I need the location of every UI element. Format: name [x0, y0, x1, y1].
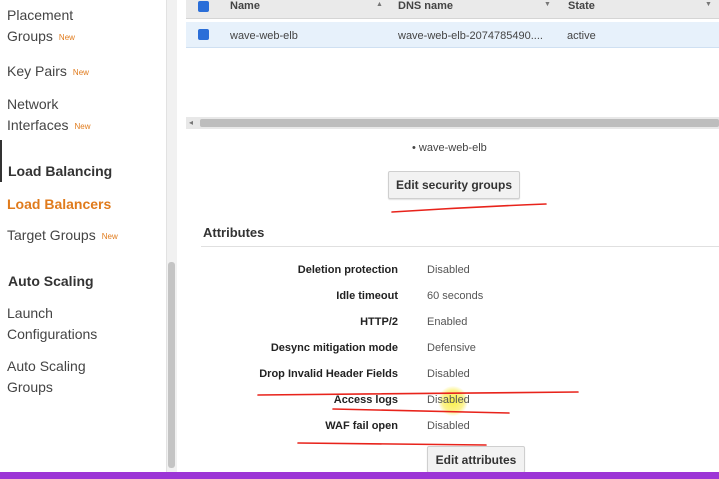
- annotation-underline: [332, 408, 510, 414]
- annotation-underline: [297, 442, 487, 446]
- bottom-bar: [0, 472, 719, 479]
- annotation-underline: [257, 391, 579, 396]
- annotation-underline: [391, 203, 547, 213]
- annotation-overlay: [257, 203, 579, 446]
